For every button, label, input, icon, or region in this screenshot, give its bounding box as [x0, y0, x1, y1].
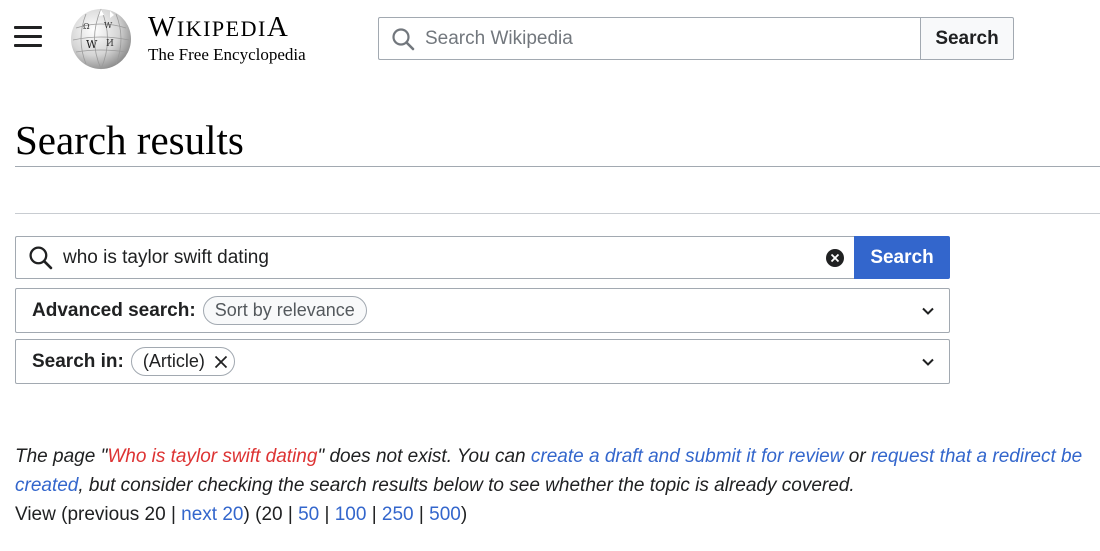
- page-not-exist-message: The page "Who is taylor swift dating" do…: [15, 446, 1083, 496]
- create-draft-link[interactable]: create a draft and submit it for review: [531, 446, 844, 467]
- namespace-chip: (Article): [130, 347, 235, 376]
- clear-search-button[interactable]: [826, 249, 844, 267]
- sort-chip: Sort by relevance: [202, 296, 367, 325]
- limit-100-link[interactable]: 100: [335, 504, 367, 525]
- limit-500-link[interactable]: 500: [429, 504, 461, 525]
- svg-text:Ω: Ω: [83, 22, 90, 31]
- results-search-button[interactable]: Search: [854, 236, 950, 279]
- menu-icon: [14, 26, 42, 29]
- svg-text:W: W: [104, 21, 113, 30]
- main-menu-button[interactable]: [14, 26, 42, 52]
- wikipedia-globe-logo: Ω W W И: [71, 8, 131, 70]
- wordmark: WIKIPEDIA: [148, 10, 290, 43]
- clear-icon: [830, 253, 840, 263]
- svg-text:W: W: [86, 38, 98, 51]
- results-paging: View (previous 20 | next 20) (20 | 50 | …: [15, 504, 468, 525]
- wikipedia-logo-link[interactable]: Ω W W И WIKIPEDIA The Free Encyclopedia: [66, 6, 306, 70]
- search-in-toggle[interactable]: Search in: (Article): [15, 339, 950, 384]
- search-icon: [392, 27, 415, 50]
- title-divider: [15, 166, 1100, 167]
- chevron-down-icon: [922, 307, 934, 315]
- page-title: Search results: [15, 117, 244, 163]
- chevron-down-icon: [922, 358, 934, 366]
- current-limit: 20: [261, 504, 283, 525]
- tagline: The Free Encyclopedia: [148, 44, 306, 64]
- search-icon: [29, 246, 53, 270]
- limit-50-link[interactable]: 50: [298, 504, 319, 525]
- remove-chip-icon[interactable]: [214, 355, 228, 369]
- header-search-form: Search: [378, 17, 1014, 60]
- advanced-search-toggle[interactable]: Advanced search: Sort by relevance: [15, 288, 950, 333]
- search-in-label: Search in:: [32, 350, 124, 372]
- header-search-input[interactable]: [425, 27, 885, 50]
- header-search-button[interactable]: Search: [920, 17, 1014, 60]
- namespace-chip-label: (Article): [142, 351, 205, 371]
- results-search-input[interactable]: [63, 246, 803, 269]
- create-page-redlink[interactable]: Who is taylor swift dating: [107, 446, 317, 467]
- limit-250-link[interactable]: 250: [382, 504, 414, 525]
- advanced-search-label: Advanced search:: [32, 299, 196, 321]
- svg-text:И: И: [106, 39, 114, 49]
- results-search-form: Search: [15, 236, 950, 279]
- next-page-link[interactable]: next 20: [181, 504, 243, 525]
- section-divider: [15, 213, 1100, 214]
